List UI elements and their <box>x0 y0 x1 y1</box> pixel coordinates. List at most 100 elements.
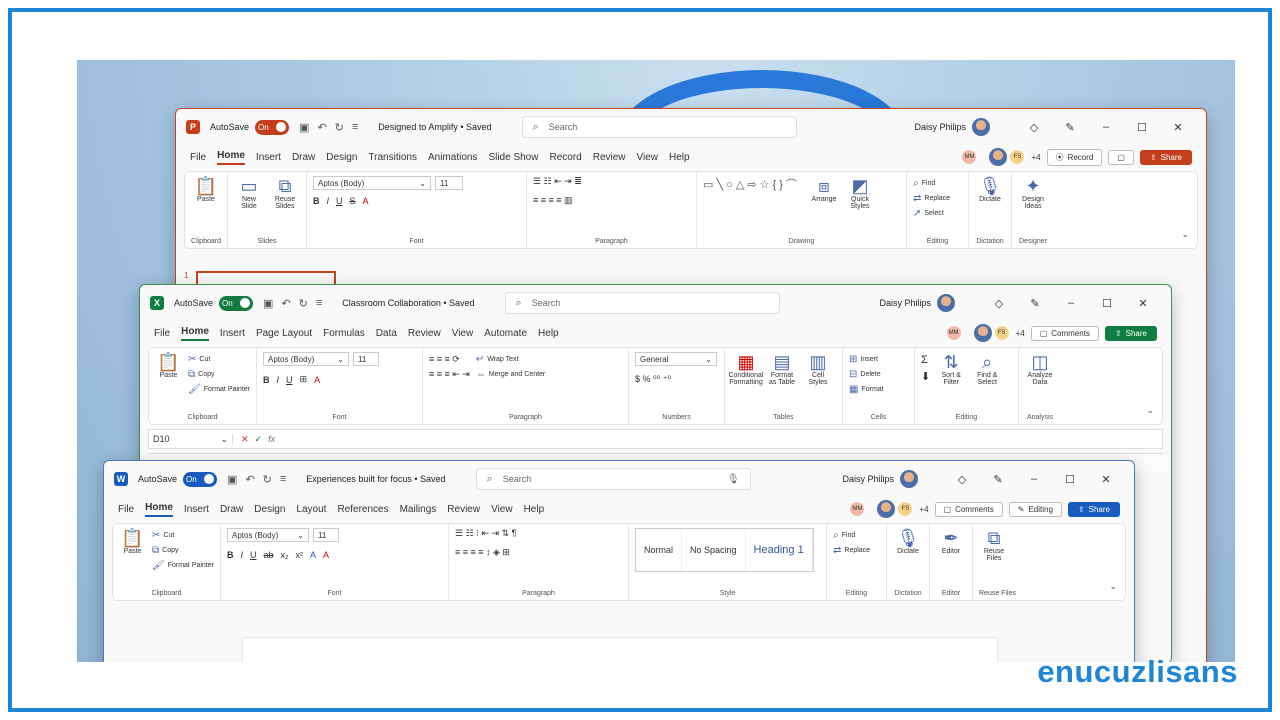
avatar[interactable] <box>877 500 896 518</box>
subscript-icon[interactable]: x₂ <box>281 550 289 560</box>
close-icon[interactable]: ✕ <box>1088 473 1124 486</box>
tab-insert[interactable]: Insert <box>184 504 209 515</box>
tab-design[interactable]: Design <box>326 152 357 163</box>
more-collaborators[interactable]: +4 <box>1031 153 1040 162</box>
diamond-icon[interactable]: ◇ <box>944 473 980 486</box>
align-buttons[interactable]: ≡ ≡ ≡ ≡ ↕ ◈ ⊞ <box>455 547 510 558</box>
tab-review[interactable]: Review <box>408 328 441 339</box>
maximize-icon[interactable]: ☐ <box>1124 121 1160 134</box>
list-buttons[interactable]: ☰ ☷ ⁝ ⇤ ⇥ ⇅ ¶ <box>455 528 516 539</box>
tab-home[interactable]: Home <box>217 150 245 165</box>
font-size-select[interactable]: 11 <box>353 352 379 366</box>
underline-icon[interactable]: U <box>250 550 257 560</box>
font-name-select[interactable]: Aptos (Body) ⌄ <box>263 352 349 366</box>
font-color-icon[interactable]: A <box>323 550 329 560</box>
more-collaborators[interactable]: +4 <box>919 505 928 514</box>
collaborator-avatar[interactable]: FS <box>1009 149 1026 165</box>
customize-qat-icon[interactable]: ≡ <box>316 297 322 309</box>
tab-transitions[interactable]: Transitions <box>368 152 417 163</box>
search-box[interactable]: ⌕ Search 🎙 <box>475 468 751 490</box>
paste-button[interactable]: 📋 Paste <box>191 176 221 203</box>
save-icon[interactable]: ▣ <box>227 473 237 486</box>
user-name[interactable]: Daisy Philips <box>914 122 966 132</box>
replace-button[interactable]: ⇄ Replace <box>833 545 870 556</box>
pen-icon[interactable]: ✎ <box>1017 297 1053 310</box>
italic-icon[interactable]: I <box>327 196 330 206</box>
copy-button[interactable]: ⧉ Copy <box>152 545 214 556</box>
document-title[interactable]: Experiences built for focus • Saved <box>306 474 445 484</box>
tab-draw[interactable]: Draw <box>220 504 243 515</box>
avatar[interactable] <box>973 324 992 342</box>
user-name[interactable]: Daisy Philips <box>879 298 931 308</box>
italic-icon[interactable]: I <box>277 375 280 385</box>
tab-animations[interactable]: Animations <box>428 152 477 163</box>
dictate-button[interactable]: 🎙 Dictate <box>975 176 1005 203</box>
record-button[interactable]: ⦿ Record <box>1046 148 1103 166</box>
tab-view[interactable]: View <box>452 328 474 339</box>
save-icon[interactable]: ▣ <box>299 121 309 134</box>
document-title[interactable]: Designed to Amplify • Saved <box>378 122 491 132</box>
find-button[interactable]: ⌕ Find <box>913 178 950 189</box>
pen-icon[interactable]: ✎ <box>980 473 1016 486</box>
conditional-formatting-button[interactable]: ▦ Conditional Formatting <box>728 352 763 386</box>
collaborator-avatar[interactable]: MM <box>945 325 962 341</box>
diamond-icon[interactable]: ◇ <box>1016 121 1052 134</box>
font-color-icon[interactable]: A <box>314 375 320 385</box>
avatar[interactable] <box>900 470 918 488</box>
tab-insert[interactable]: Insert <box>256 152 281 163</box>
insert-cells-button[interactable]: ⊞ Insert <box>849 354 884 365</box>
dictate-button[interactable]: 🎙 Dictate <box>893 528 923 555</box>
number-buttons[interactable]: $ % ⁰⁰ ⁺⁰ <box>635 374 671 385</box>
maximize-icon[interactable]: ☐ <box>1089 297 1125 310</box>
tab-home[interactable]: Home <box>145 502 173 517</box>
avatar[interactable] <box>989 148 1008 166</box>
tab-draw[interactable]: Draw <box>292 152 315 163</box>
tab-file[interactable]: File <box>190 152 206 163</box>
styles-gallery[interactable]: Normal No Spacing Heading 1 <box>635 528 814 572</box>
more-collaborators[interactable]: +4 <box>1016 329 1025 338</box>
search-box[interactable]: ⌕ Search <box>521 116 797 138</box>
avatar[interactable] <box>937 294 955 312</box>
chevron-down-icon[interactable]: ⌄ <box>1181 229 1189 240</box>
font-color-icon[interactable]: A <box>363 196 369 206</box>
indent-buttons[interactable]: ≡ ≡ ≡ ⇤ ⇥ <box>429 369 470 380</box>
autosave-toggle[interactable]: On <box>255 119 290 135</box>
document-title[interactable]: Classroom Collaboration • Saved <box>342 298 474 308</box>
undo-icon[interactable]: ↶ <box>245 473 254 486</box>
comments-button[interactable]: ▢ Comments <box>934 501 1003 517</box>
avatar[interactable] <box>972 118 990 136</box>
tab-record[interactable]: Record <box>549 152 581 163</box>
pen-icon[interactable]: ✎ <box>1052 121 1088 134</box>
wrap-text-button[interactable]: ↵ Wrap Text <box>476 354 545 365</box>
format-painter-button[interactable]: 🖌 Format Painter <box>188 384 250 395</box>
maximize-icon[interactable]: ☐ <box>1052 473 1088 486</box>
format-painter-button[interactable]: 🖌 Format Painter <box>152 560 214 571</box>
italic-icon[interactable]: I <box>241 550 244 560</box>
autosave-toggle[interactable]: On <box>219 295 254 311</box>
chevron-down-icon[interactable]: ⌄ <box>1146 405 1154 416</box>
close-icon[interactable]: ✕ <box>1160 121 1196 134</box>
minimize-icon[interactable]: – <box>1016 473 1052 485</box>
search-box[interactable]: ⌕ Search <box>504 292 780 314</box>
tab-slide-show[interactable]: Slide Show <box>488 152 538 163</box>
name-box[interactable]: D10 ⌄ <box>149 433 233 445</box>
select-button[interactable]: ➚ Select <box>913 208 950 219</box>
sort-filter-button[interactable]: ⇅ Sort & Filter <box>936 352 966 386</box>
customize-qat-icon[interactable]: ≡ <box>352 121 358 133</box>
tab-data[interactable]: Data <box>376 328 397 339</box>
tab-review[interactable]: Review <box>447 504 480 515</box>
tab-file[interactable]: File <box>154 328 170 339</box>
align-buttons[interactable]: ≡ ≡ ≡ ≡ ▥ <box>533 195 573 206</box>
strikethrough-icon[interactable]: ab <box>264 550 274 560</box>
tab-layout[interactable]: Layout <box>296 504 326 515</box>
autosave-toggle[interactable]: On <box>183 471 218 487</box>
undo-icon[interactable]: ↶ <box>317 121 326 134</box>
strikethrough-icon[interactable]: S <box>350 196 356 206</box>
list-buttons[interactable]: ☰ ☷ ⇤ ⇥ ≣ <box>533 176 582 187</box>
merge-center-button[interactable]: ⇔ Merge and Center <box>476 369 545 380</box>
tab-insert[interactable]: Insert <box>220 328 245 339</box>
format-cells-button[interactable]: ▦ Format <box>849 384 884 395</box>
find-select-button[interactable]: ⌕ Find & Select <box>972 352 1002 386</box>
shapes-gallery[interactable]: ▭ ╲ ○ △ ⇨ ☆ { } ⌒ <box>703 176 803 192</box>
style-no-spacing[interactable]: No Spacing <box>682 529 746 571</box>
